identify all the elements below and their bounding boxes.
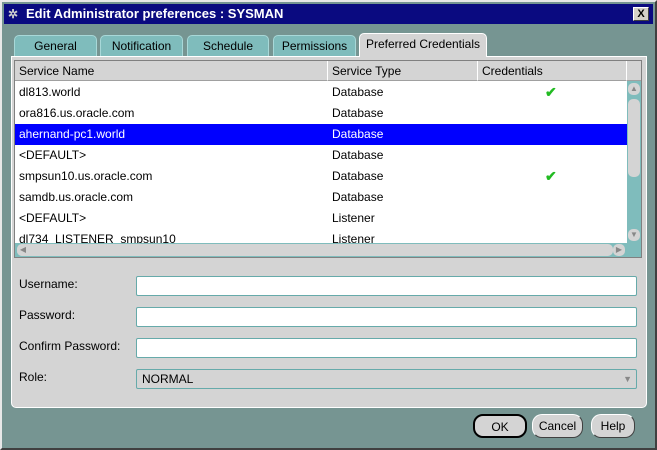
service-type-cell: Database <box>332 148 384 162</box>
chevron-down-icon[interactable]: ▼ <box>623 370 632 388</box>
password-input[interactable] <box>136 307 637 327</box>
tab-notification[interactable]: Notification <box>100 35 183 57</box>
table-row[interactable]: samdb.us.oracle.com Database <box>15 187 627 208</box>
service-name-cell: dl813.world <box>19 85 81 99</box>
service-type-cell: Listener <box>332 211 375 225</box>
service-name-cell: ahernand-pc1.world <box>19 127 126 141</box>
horizontal-scroll-thumb[interactable] <box>17 244 613 256</box>
service-name-cell: ora816.us.oracle.com <box>19 106 135 120</box>
close-button[interactable]: X <box>633 7 649 21</box>
horizontal-scrollbar[interactable]: ◀ ▶ <box>15 243 641 257</box>
help-button[interactable]: Help <box>591 414 635 438</box>
app-icon: ✲ <box>8 7 19 21</box>
confirm-password-input[interactable] <box>136 338 637 358</box>
table-row[interactable]: <DEFAULT> Listener <box>15 208 627 229</box>
service-type-cell: Database <box>332 169 384 183</box>
vertical-scrollbar[interactable]: ▲ ▼ <box>627 81 641 243</box>
scroll-right-icon[interactable]: ▶ <box>613 244 625 256</box>
service-name-cell: smpsun10.us.oracle.com <box>19 169 153 183</box>
service-type-cell: Database <box>332 106 384 120</box>
service-name-cell: <DEFAULT> <box>19 211 87 225</box>
service-name-cell: samdb.us.oracle.com <box>19 190 134 204</box>
ok-button[interactable]: OK <box>473 414 527 438</box>
password-label: Password: <box>19 308 76 322</box>
service-type-cell: Database <box>332 190 384 204</box>
scroll-left-icon[interactable]: ◀ <box>17 244 29 256</box>
username-input[interactable] <box>136 276 637 296</box>
table-row[interactable]: ora816.us.oracle.com Database <box>15 103 627 124</box>
check-icon: ✔ <box>545 168 557 184</box>
table-row[interactable]: smpsun10.us.oracle.com Database ✔ <box>15 166 627 187</box>
role-value: NORMAL <box>142 372 194 386</box>
credentials-table: Service Name Service Type Credentials dl… <box>14 60 642 258</box>
service-type-cell: Database <box>332 85 384 99</box>
check-icon: ✔ <box>545 84 557 100</box>
role-select[interactable]: NORMAL ▼ <box>136 369 637 389</box>
tab-general[interactable]: General <box>14 35 97 57</box>
vertical-scroll-thumb[interactable] <box>628 99 640 177</box>
tab-permissions[interactable]: Permissions <box>273 35 356 57</box>
role-label: Role: <box>19 370 48 384</box>
service-name-cell: <DEFAULT> <box>19 148 87 162</box>
table-row[interactable]: dl813.world Database ✔ <box>15 82 627 103</box>
tab-preferred-credentials[interactable]: Preferred Credentials <box>359 33 487 57</box>
tab-schedule[interactable]: Schedule <box>187 35 269 57</box>
title-bar: ✲ Edit Administrator preferences : SYSMA… <box>4 4 653 24</box>
service-type-cell: Database <box>332 127 384 141</box>
column-header-credentials[interactable]: Credentials <box>478 61 627 81</box>
username-label: Username: <box>19 277 78 291</box>
column-header-service-name[interactable]: Service Name <box>15 61 328 81</box>
table-row[interactable]: ahernand-pc1.world Database <box>15 124 627 145</box>
column-header-corner <box>627 61 641 81</box>
scroll-down-icon[interactable]: ▼ <box>628 229 640 241</box>
scroll-up-icon[interactable]: ▲ <box>628 83 640 95</box>
confirm-password-label: Confirm Password: <box>19 339 121 353</box>
column-header-service-type[interactable]: Service Type <box>328 61 478 81</box>
window-title: Edit Administrator preferences : SYSMAN <box>26 6 284 21</box>
table-row[interactable]: <DEFAULT> Database <box>15 145 627 166</box>
cancel-button[interactable]: Cancel <box>532 414 583 438</box>
